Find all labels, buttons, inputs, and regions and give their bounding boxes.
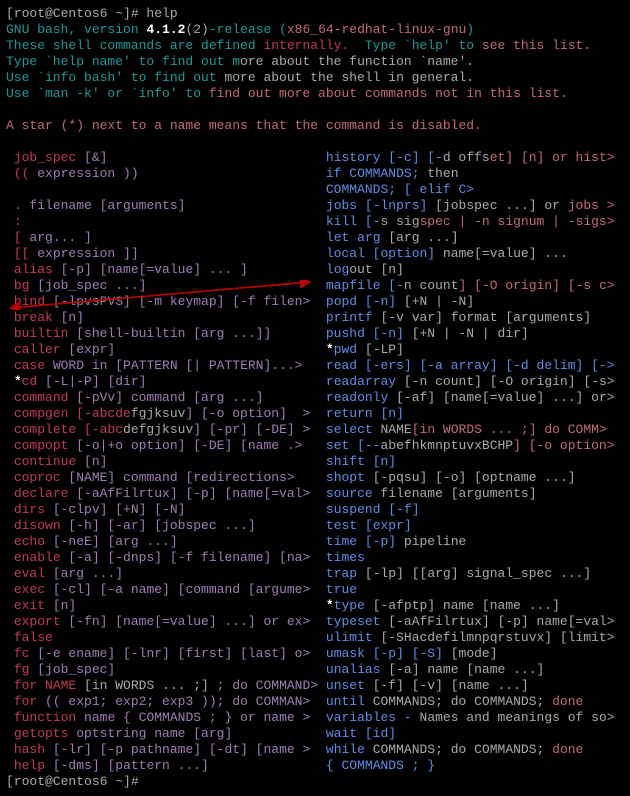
terminal[interactable]: [root@Centos6 ~]# help GNU bash, version… [0,0,630,796]
